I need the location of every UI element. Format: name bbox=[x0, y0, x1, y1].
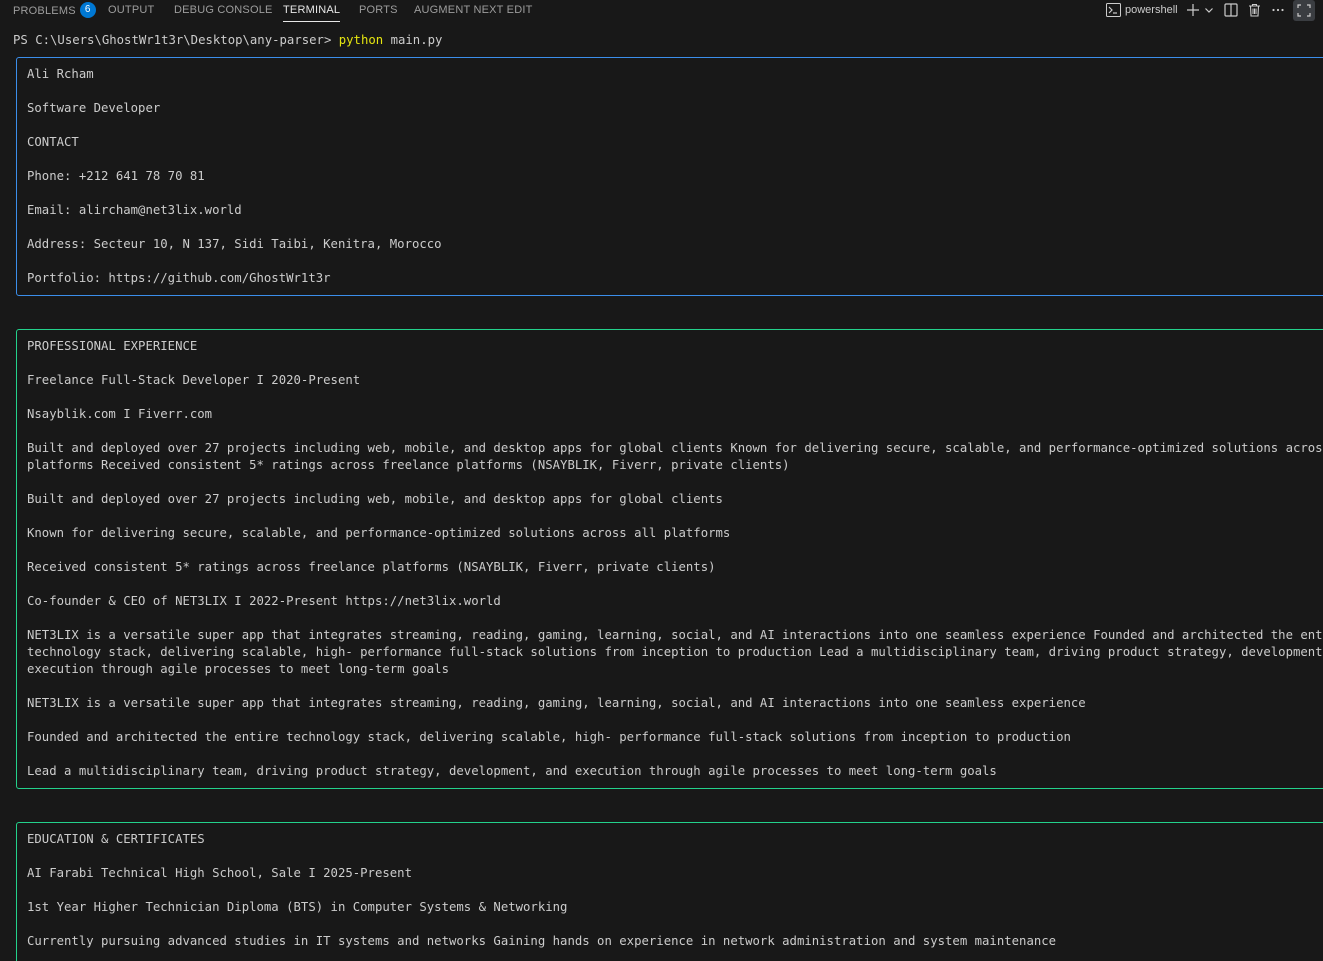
more-actions-button[interactable] bbox=[1270, 1, 1286, 19]
card-line: NET3LIX is a versatile super app that in… bbox=[27, 696, 1086, 710]
split-icon bbox=[1224, 3, 1238, 17]
card-line: 1st Year Higher Technician Diploma (BTS)… bbox=[27, 900, 568, 914]
command-args: main.py bbox=[383, 33, 443, 47]
card-line: CONTACT bbox=[27, 135, 79, 149]
card-line: Email: alircham@net3lix.world bbox=[27, 203, 242, 217]
plus-icon bbox=[1187, 4, 1199, 16]
card-line: Portfolio: https://github.com/GhostWr1t3… bbox=[27, 271, 331, 285]
card-line: Co-founder & CEO of NET3LIX I 2022-Prese… bbox=[27, 594, 501, 608]
tab-ports[interactable]: PORTS bbox=[359, 3, 398, 19]
shell-name-label[interactable]: powershell bbox=[1125, 1, 1180, 19]
card-line: Currently pursuing advanced studies in I… bbox=[27, 934, 1057, 948]
card-line: AI Farabi Technical High School, Sale I … bbox=[27, 866, 412, 880]
card-line: Lead a multidisciplinary team, driving p… bbox=[27, 764, 997, 778]
tab-problems[interactable]: PROBLEMS 6 bbox=[13, 2, 96, 19]
tab-output-label: OUTPUT bbox=[108, 4, 155, 16]
tab-terminal-label: TERMINAL bbox=[283, 4, 341, 16]
terminal-prompt-line: PS C:\Users\GhostWr1t3r\Desktop\any-pars… bbox=[13, 32, 442, 49]
card-line: Nsayblik.com I Fiverr.com bbox=[27, 407, 213, 421]
maximize-icon bbox=[1297, 4, 1311, 17]
maximize-panel-button[interactable] bbox=[1293, 0, 1315, 21]
card-line: Founded and architected the entire techn… bbox=[27, 730, 1071, 744]
card-line: execution through agile processes to mee… bbox=[27, 662, 449, 676]
tab-output[interactable]: OUTPUT bbox=[108, 3, 154, 19]
card-line: Built and deployed over 27 projects incl… bbox=[27, 441, 1323, 455]
trash-icon bbox=[1248, 3, 1260, 17]
problems-count-badge: 6 bbox=[79, 2, 96, 18]
tab-debug-console[interactable]: DEBUG CONSOLE bbox=[174, 3, 273, 19]
terminal-icon bbox=[1105, 3, 1121, 17]
card-line: Address: Secteur 10, N 137, Sidi Taibi, … bbox=[27, 237, 442, 251]
card-line: platforms Received consistent 5* ratings… bbox=[27, 458, 790, 472]
kill-terminal-button[interactable] bbox=[1246, 1, 1262, 19]
command-name: python bbox=[338, 33, 384, 47]
card-line: Freelance Full-Stack Developer I 2020-Pr… bbox=[27, 373, 361, 387]
prompt-path: PS C:\Users\GhostWr1t3r\Desktop\any-pars… bbox=[13, 33, 339, 47]
tab-augment-next-edit-label: AUGMENT NEXT EDIT bbox=[414, 4, 533, 16]
card-line: Software Developer bbox=[27, 101, 161, 115]
ellipsis-icon bbox=[1272, 8, 1284, 12]
contact-card bbox=[16, 57, 1323, 296]
tab-terminal[interactable]: TERMINAL bbox=[283, 3, 341, 22]
card-line: Phone: +212 641 78 70 81 bbox=[27, 169, 205, 183]
card-line: EDUCATION & CERTIFICATES bbox=[27, 832, 205, 846]
tab-ports-label: PORTS bbox=[359, 4, 398, 16]
tab-problems-label: PROBLEMS bbox=[13, 4, 76, 17]
tab-augment-next-edit[interactable]: AUGMENT NEXT EDIT bbox=[414, 3, 533, 19]
terminal-dropdown-button[interactable] bbox=[1203, 1, 1215, 19]
card-line: Ali Rcham bbox=[27, 67, 94, 81]
card-line: Known for delivering secure, scalable, a… bbox=[27, 526, 731, 540]
split-terminal-button[interactable] bbox=[1223, 1, 1239, 19]
card-line: Built and deployed over 27 projects incl… bbox=[27, 492, 723, 506]
chevron-down-icon bbox=[1205, 8, 1213, 13]
new-terminal-button[interactable] bbox=[1185, 1, 1201, 19]
card-line: PROFESSIONAL EXPERIENCE bbox=[27, 339, 198, 353]
panel-tab-bar: PROBLEMS 6 OUTPUT DEBUG CONSOLE TERMINAL … bbox=[0, 0, 1323, 22]
terminal-profile-button[interactable] bbox=[1105, 1, 1121, 19]
card-line: Received consistent 5* ratings across fr… bbox=[27, 560, 716, 574]
tab-debug-console-label: DEBUG CONSOLE bbox=[174, 4, 273, 16]
card-line: NET3LIX is a versatile super app that in… bbox=[27, 628, 1323, 642]
card-line: technology stack, delivering scalable, h… bbox=[27, 645, 1323, 659]
